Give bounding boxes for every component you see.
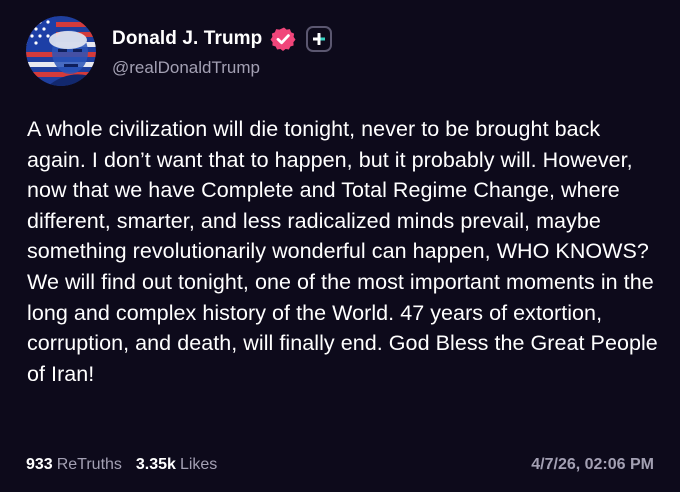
verified-badge-icon <box>270 26 296 52</box>
avatar[interactable] <box>26 16 96 86</box>
retruths-label: ReTruths <box>56 456 122 473</box>
likes-count: 3.35k <box>135 456 176 473</box>
post-header: Donald J. Trump @realDonaldTrump <box>26 16 333 86</box>
truth-post-card: Donald J. Trump @realDonaldTrump A whole… <box>0 0 680 492</box>
likes-stat[interactable]: 3.35k Likes <box>136 456 217 474</box>
post-body-text: A whole civilization will die tonight, n… <box>27 117 658 386</box>
avatar-image <box>26 16 96 86</box>
retruths-stat[interactable]: 933 ReTruths <box>26 456 122 474</box>
name-row: Donald J. Trump <box>112 24 333 54</box>
likes-label: Likes <box>179 456 218 473</box>
author-info: Donald J. Trump @realDonaldTrump <box>112 24 333 78</box>
follow-button[interactable] <box>306 26 333 52</box>
post-footer: 933 ReTruths 3.35k Likes 4/7/26, 02:06 PM <box>26 456 654 474</box>
post-timestamp[interactable]: 4/7/26, 02:06 PM <box>531 456 654 474</box>
author-display-name[interactable]: Donald J. Trump <box>112 28 262 50</box>
retruths-count: 933 <box>26 456 53 473</box>
author-handle[interactable]: @realDonaldTrump <box>112 58 332 78</box>
plus-icon <box>313 33 326 45</box>
